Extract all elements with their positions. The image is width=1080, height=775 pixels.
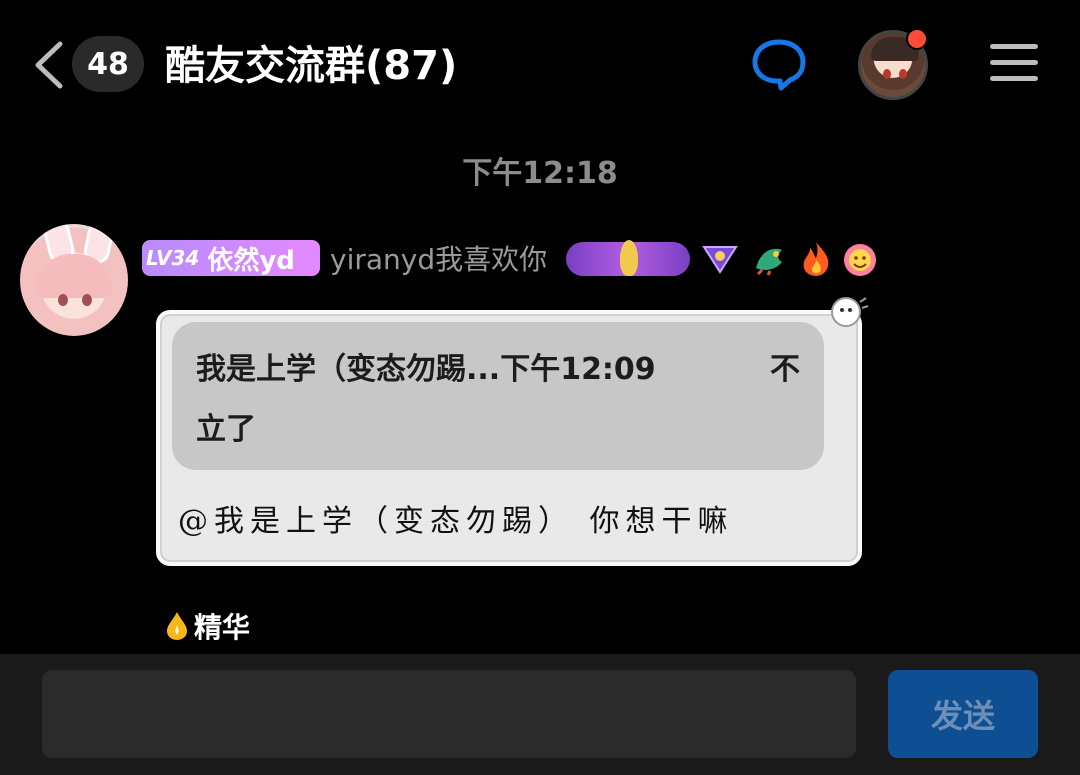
send-button[interactable]: 发送 xyxy=(888,670,1038,758)
level-text: LV34 xyxy=(146,246,200,270)
notification-dot xyxy=(906,28,928,50)
fire-icon xyxy=(803,242,829,276)
top-bar: 48 酷友交流群(87) xyxy=(0,0,1080,130)
quote-text-line2: 立了 xyxy=(196,412,256,447)
essence-drop-icon xyxy=(167,612,187,640)
astronaut-sticker-icon xyxy=(831,297,869,327)
quoted-message-text: 我是上学（变态勿踢...下午12:09 不 立了 xyxy=(196,340,816,460)
badge-nickname: 依然yd xyxy=(207,245,295,276)
message-input[interactable] xyxy=(42,670,856,758)
flower-emoji-icon xyxy=(844,244,876,276)
group-title: 酷友交流群(87) xyxy=(165,43,458,89)
medal-gem-icon xyxy=(620,240,638,276)
level-badge: LV34 依然yd xyxy=(142,240,320,276)
reply-text: @我是上学（变态勿踢） 你想干嘛 xyxy=(178,504,734,539)
quote-text-tail: 不 xyxy=(770,352,800,387)
hamburger-menu-icon[interactable] xyxy=(990,44,1038,84)
sender-name[interactable]: yiranyd我喜欢你 xyxy=(330,240,547,280)
triangle-badge-icon xyxy=(702,246,738,274)
sender-avatar[interactable] xyxy=(20,224,128,336)
unread-count-badge[interactable]: 48 xyxy=(72,36,144,92)
quote-author-time: 我是上学（变态勿踢...下午12:09 xyxy=(196,352,656,387)
dragon-icon xyxy=(756,248,782,276)
chat-bubble-icon[interactable] xyxy=(750,36,808,92)
chevron-left-icon[interactable] xyxy=(30,38,70,92)
essence-label: 精华 xyxy=(194,611,251,644)
message-timestamp: 下午12:18 xyxy=(462,156,618,191)
essence-tag[interactable]: 精华 xyxy=(166,606,250,646)
